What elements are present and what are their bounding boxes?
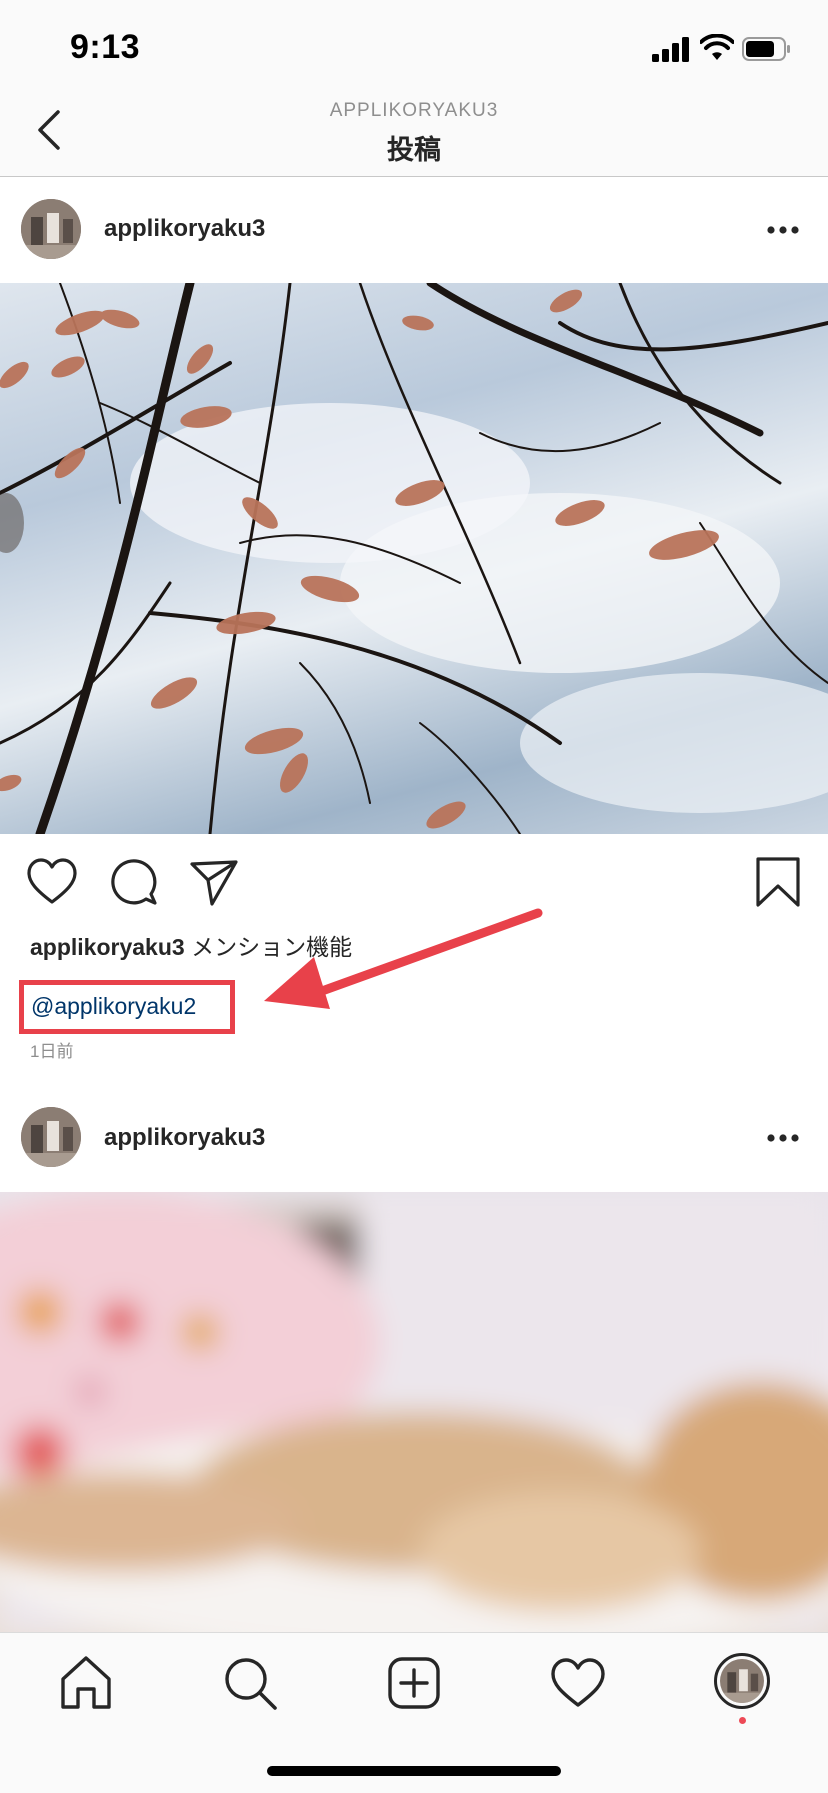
nav-subtitle: APPLIKORYAKU3 — [329, 100, 499, 121]
search-icon[interactable] — [222, 1655, 278, 1711]
page-title: 投稿 — [387, 135, 441, 165]
branches-illustration — [0, 283, 828, 834]
post-timestamp: 1日前 — [30, 1042, 74, 1061]
post-username[interactable]: applikoryaku3 — [104, 215, 265, 243]
more-options-icon[interactable] — [766, 225, 800, 235]
cat-photo-illustration — [0, 1192, 828, 1632]
share-send-icon[interactable] — [188, 856, 240, 908]
signal-icon — [652, 37, 689, 62]
home-indicator — [267, 1766, 561, 1776]
post-photo[interactable] — [0, 1192, 828, 1632]
avatar-photo — [21, 199, 81, 259]
avatar[interactable] — [21, 1107, 81, 1167]
avatar-photo — [21, 1107, 81, 1167]
status-bar: 9:13 — [0, 0, 828, 90]
bookmark-save-icon[interactable] — [752, 856, 804, 908]
home-icon[interactable] — [58, 1655, 114, 1711]
comment-icon[interactable] — [108, 856, 160, 908]
like-heart-icon[interactable] — [26, 856, 78, 908]
nav-header: APPLIKORYAKU3 投稿 — [0, 90, 828, 177]
new-post-icon[interactable] — [386, 1655, 442, 1711]
profile-avatar — [720, 1659, 764, 1703]
wifi-icon — [700, 34, 734, 60]
post-photo[interactable] — [0, 283, 828, 834]
notification-dot — [739, 1717, 746, 1724]
activity-heart-icon[interactable] — [550, 1655, 606, 1711]
caption-username[interactable]: applikoryaku3 — [30, 934, 185, 960]
status-time: 9:13 — [70, 28, 141, 66]
annotation-arrow — [264, 908, 543, 1009]
post-username[interactable]: applikoryaku3 — [104, 1124, 265, 1152]
annotation-highlight-box — [19, 980, 235, 1034]
more-options-icon[interactable] — [766, 1133, 800, 1143]
avatar[interactable] — [21, 199, 81, 259]
battery-icon — [742, 37, 790, 61]
avatar-photo — [720, 1659, 764, 1703]
profile-tab[interactable] — [714, 1653, 770, 1709]
